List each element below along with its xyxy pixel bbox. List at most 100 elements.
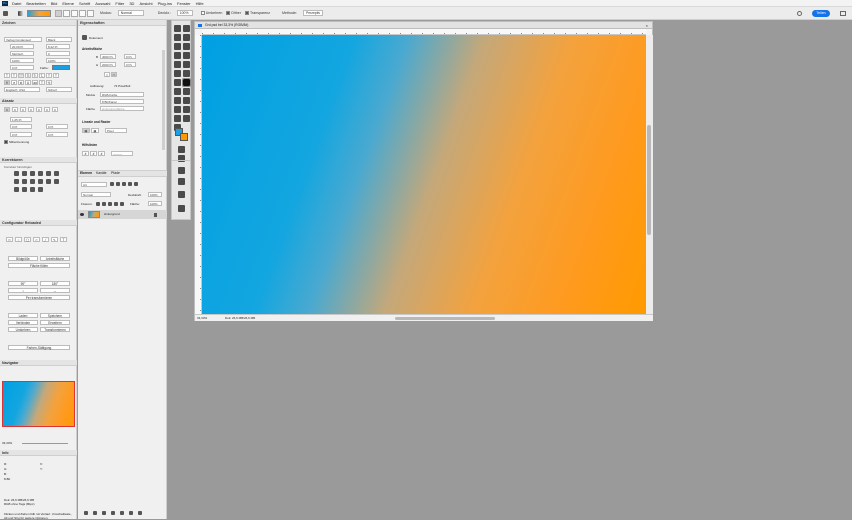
vibrance-icon[interactable] — [46, 171, 51, 176]
per-transformieren-button[interactable]: Per transformieren — [8, 295, 70, 300]
transparenz-checkbox[interactable] — [244, 11, 249, 15]
ellipse-shape-icon[interactable]: ○ — [15, 237, 22, 242]
guide-color-select[interactable]: ——— — [111, 151, 133, 156]
rotate-180-button[interactable]: 180° — [40, 281, 70, 286]
quick-mask-icon[interactable] — [178, 146, 185, 153]
blur-tool-icon[interactable] — [174, 88, 181, 95]
indent-right-field[interactable]: 0 Pt — [46, 124, 68, 129]
curves-icon[interactable] — [30, 171, 35, 176]
frame-tool-icon[interactable] — [174, 52, 181, 59]
faux-bold-button[interactable]: T — [4, 73, 10, 78]
marquee-tool-icon[interactable] — [174, 34, 181, 41]
status-zoom[interactable]: 33,33% — [197, 315, 207, 322]
menu-bild[interactable]: Bild — [51, 1, 58, 6]
menu-fenster[interactable]: Fenster — [177, 1, 191, 6]
fill-select[interactable]: Hintergrundfarbe — [100, 106, 144, 111]
align-right-button[interactable]: ≡ — [20, 107, 26, 112]
lock-all-icon[interactable] — [120, 202, 124, 206]
bit-depth-select[interactable]: 8 Bit/Kanal — [100, 99, 144, 104]
gradient-tool-active-icon[interactable] — [182, 78, 191, 87]
faux-italic-button[interactable]: T — [11, 73, 17, 78]
pen-tool-icon[interactable] — [174, 97, 181, 104]
filter-pixel-icon[interactable] — [110, 182, 114, 186]
eyedropper-tool-icon[interactable] — [183, 52, 190, 59]
umkehren-button[interactable]: Umkehren — [8, 327, 38, 332]
stylistic-button[interactable]: st — [18, 80, 24, 85]
fill-opacity-field[interactable]: 100% — [148, 201, 162, 206]
vertical-scale-field[interactable]: 100% — [10, 58, 34, 63]
selective-color-icon[interactable] — [38, 187, 43, 192]
font-size-field[interactable]: 20,09 Pt — [10, 44, 34, 49]
align-left-button[interactable]: ≡ — [4, 107, 10, 112]
speech-shape-icon[interactable]: ◯ — [24, 237, 31, 242]
deckkraft-field[interactable]: 100% — [176, 10, 193, 16]
layer-name[interactable]: Hintergrund — [104, 212, 120, 216]
layer-style-icon[interactable] — [93, 511, 97, 515]
gradient-canvas[interactable] — [202, 35, 646, 314]
justify-left-button[interactable]: ≡ — [28, 107, 34, 112]
color-balance-icon[interactable] — [14, 179, 19, 184]
gradient-preset-picker[interactable] — [27, 9, 51, 17]
hyphenation-checkbox[interactable] — [4, 140, 8, 144]
landscape-button[interactable]: ▭ — [111, 72, 117, 77]
y-field[interactable]: 0 Px — [124, 62, 136, 67]
rect-shape-icon[interactable]: ▭ — [6, 237, 13, 242]
menu-bearbeiten[interactable]: Bearbeiten — [26, 1, 45, 6]
eraser-tool-icon[interactable] — [174, 79, 181, 86]
guides-lock[interactable]: # — [90, 151, 97, 156]
crop-tool-icon[interactable] — [183, 43, 190, 50]
speichern-button[interactable]: Speichern — [40, 313, 70, 318]
mode-select[interactable]: RGB-Farbe — [100, 92, 144, 97]
menu-3d[interactable]: 3D — [129, 1, 134, 6]
indent-first-field[interactable]: 0 Pt — [10, 124, 32, 129]
flip-v-button[interactable]: ↔ — [40, 288, 70, 293]
hue-saturation-icon[interactable] — [54, 171, 59, 176]
erweitern-button[interactable]: Erweitern — [40, 320, 70, 325]
umkehren-checkbox[interactable] — [200, 11, 205, 15]
flaeche-fuellen-button[interactable]: Fläche füllen — [8, 263, 70, 268]
navigator-zoom[interactable]: 33,33% — [2, 441, 12, 445]
indent-left-field[interactable]: 1,05 Pt — [10, 117, 32, 122]
brightness-icon[interactable] — [14, 171, 19, 176]
channel-mixer-icon[interactable] — [38, 179, 43, 184]
stamp-tool-icon[interactable] — [174, 70, 181, 77]
document-tab[interactable]: Grd.psd bei 33,3% (RGB/8#) — [195, 22, 652, 29]
gradient-map-icon[interactable] — [30, 187, 35, 192]
layer-mask-icon[interactable] — [102, 511, 106, 515]
ligature-button[interactable]: fi — [4, 80, 10, 85]
superscript-button[interactable]: T¹ — [32, 73, 38, 78]
space-after-field[interactable]: 0 Pt — [46, 132, 68, 137]
filter-shape-icon[interactable] — [128, 182, 132, 186]
menu-filter[interactable]: Filter — [115, 1, 124, 6]
verbinden-button[interactable]: Verbinden — [8, 320, 38, 325]
rulers-toggle[interactable]: ▦ — [82, 128, 90, 133]
swash-button[interactable]: ơ — [11, 80, 17, 85]
subscript-button[interactable]: T₁ — [39, 73, 45, 78]
language-select[interactable]: Englisch: USA — [4, 87, 40, 92]
delete-layer-icon[interactable] — [138, 511, 142, 515]
menu-ansicht[interactable]: Ansicht — [139, 1, 152, 6]
width-field[interactable]: 4000 Px — [100, 54, 116, 59]
x-field[interactable]: 0 Px — [124, 54, 136, 59]
close-icon[interactable]: × — [646, 23, 648, 28]
home-icon[interactable] — [3, 10, 8, 16]
leading-field[interactable]: 8,22 Pt — [46, 44, 70, 49]
gradient-tool-icon[interactable] — [18, 10, 23, 16]
adjustment-layer-icon[interactable] — [111, 511, 115, 515]
dither-checkbox[interactable] — [226, 11, 231, 15]
levels-icon[interactable] — [22, 171, 27, 176]
titling-button[interactable]: A — [25, 80, 31, 85]
space-before-field[interactable]: 0 Pt — [10, 132, 32, 137]
custom-shape-icon[interactable]: ✎ — [51, 237, 58, 242]
exposure-icon[interactable] — [38, 171, 43, 176]
quick-select-tool-icon[interactable] — [174, 43, 181, 50]
justify-right-button[interactable]: ≡ — [44, 107, 50, 112]
ordinal-button[interactable]: aa — [32, 80, 38, 85]
rotate-90-button[interactable]: 90° — [8, 281, 38, 286]
linear-gradient-button[interactable] — [55, 9, 62, 17]
blend-mode-select[interactable]: Normal — [81, 192, 111, 197]
photo-filter-icon[interactable] — [30, 179, 35, 184]
methode-select[interactable]: Perzeptiv — [302, 10, 323, 16]
new-layer-icon[interactable] — [129, 511, 133, 515]
kerning-field[interactable]: Metrisch — [10, 51, 34, 56]
